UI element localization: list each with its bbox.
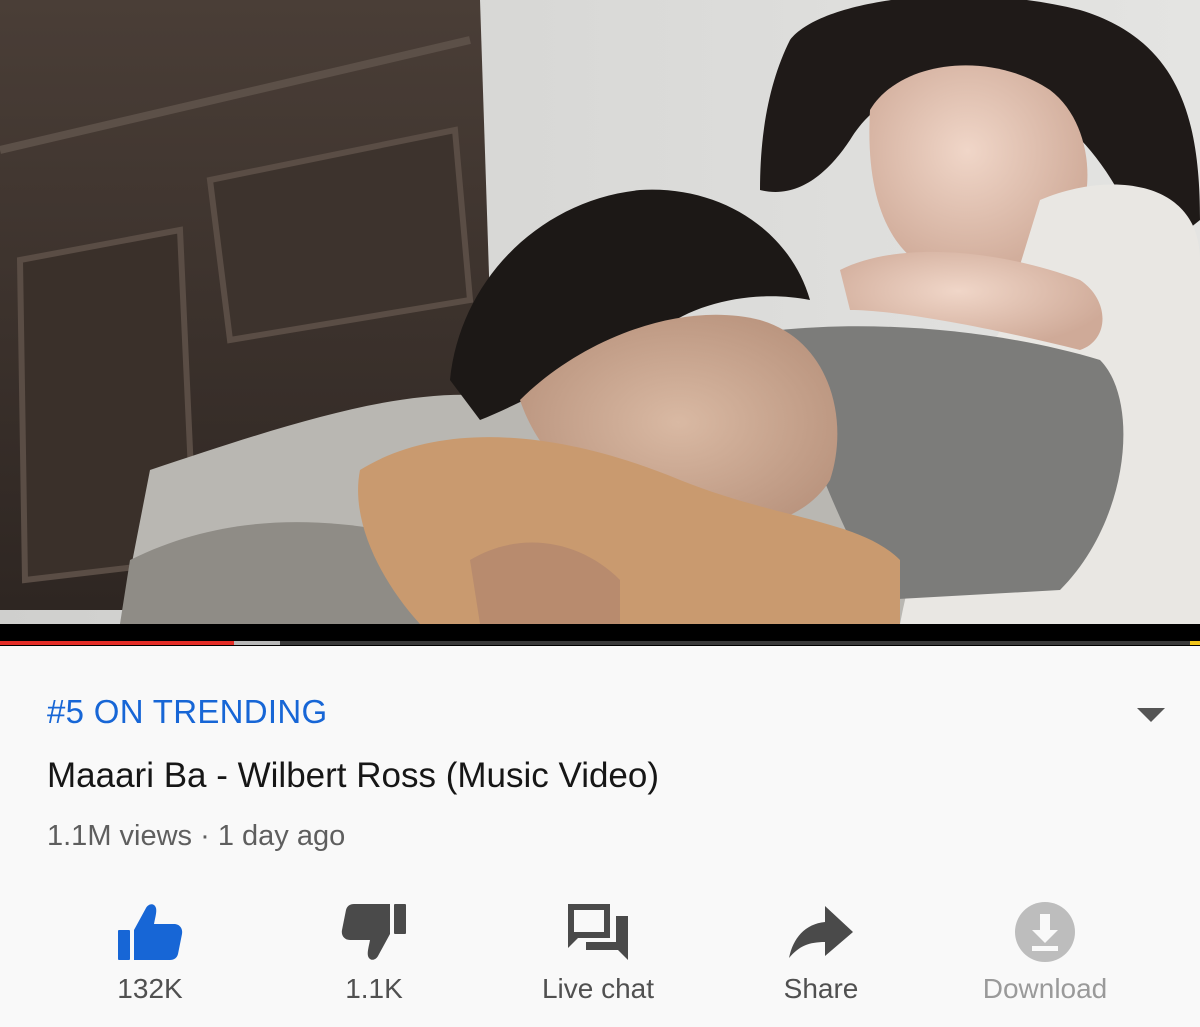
youtube-watch-page: #5 ON TRENDING Maaari Ba - Wilbert Ross …	[0, 0, 1200, 1027]
live-chat-label: Live chat	[541, 973, 655, 1004]
progress-ad-marker	[1190, 641, 1200, 645]
download-button[interactable]: Download	[935, 888, 1155, 1018]
like-count: 132K	[117, 973, 183, 1004]
video-progress-bar[interactable]	[0, 624, 1200, 646]
chat-bubbles-icon	[568, 904, 628, 960]
live-chat-button[interactable]: Live chat	[488, 888, 708, 1018]
download-label: Download	[982, 973, 1108, 1004]
chevron-down-icon[interactable]	[1134, 704, 1168, 726]
video-frame	[0, 0, 1200, 624]
share-label: Share	[783, 973, 859, 1004]
video-player[interactable]	[0, 0, 1200, 624]
dislike-button[interactable]: 1.1K	[264, 888, 484, 1018]
share-arrow-icon	[789, 906, 853, 958]
like-button[interactable]: 132K	[40, 888, 260, 1018]
download-icon	[1015, 902, 1075, 962]
share-button[interactable]: Share	[711, 888, 931, 1018]
trending-badge[interactable]: #5 ON TRENDING	[47, 693, 327, 731]
thumbs-down-icon	[341, 904, 406, 960]
video-title: Maaari Ba - Wilbert Ross (Music Video)	[47, 756, 660, 795]
video-meta: 1.1M views · 1 day ago	[47, 820, 346, 852]
progress-track	[0, 641, 1200, 645]
progress-played	[0, 641, 234, 645]
thumbs-up-icon	[118, 904, 183, 960]
dislike-count: 1.1K	[345, 973, 403, 1004]
